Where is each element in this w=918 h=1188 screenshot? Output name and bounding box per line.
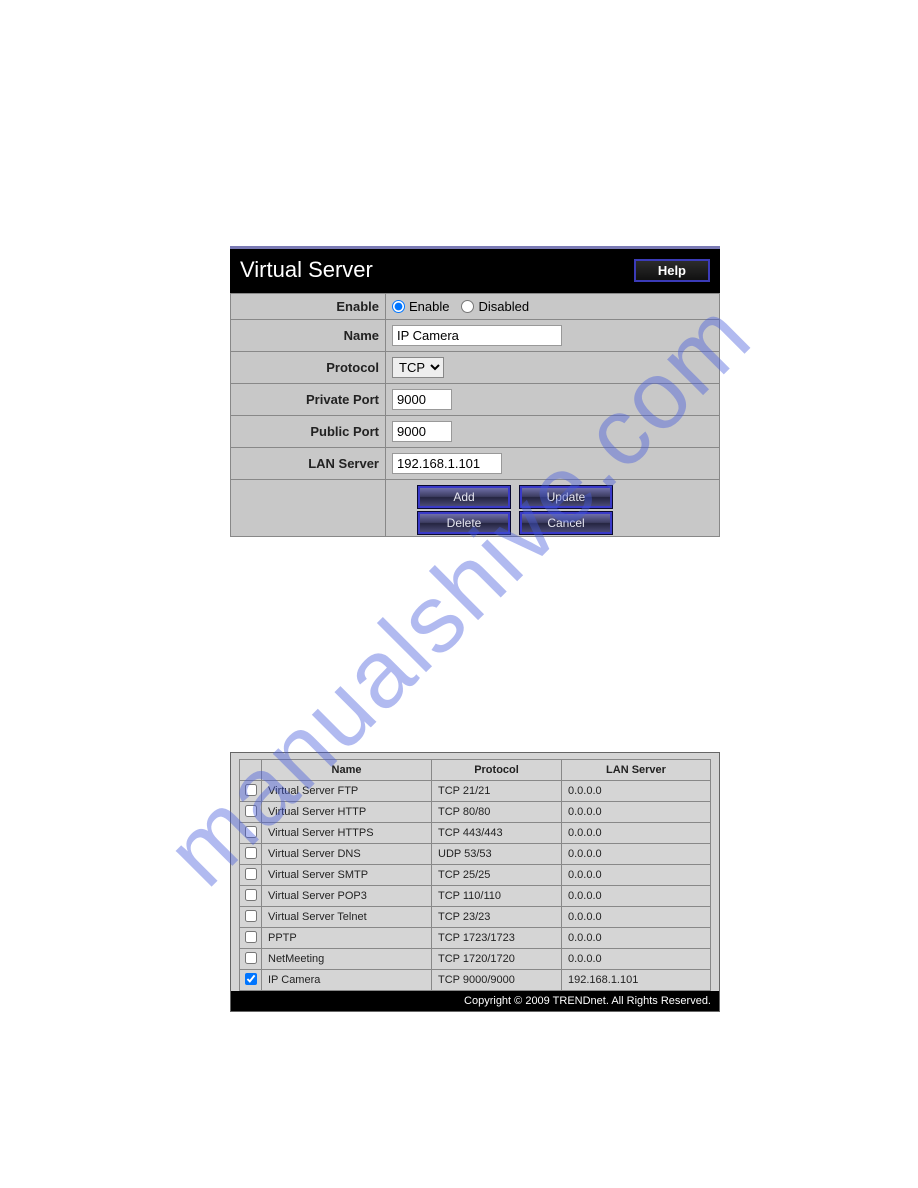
col-header-lan: LAN Server — [562, 760, 711, 781]
row-lan: 192.168.1.101 — [562, 970, 711, 991]
col-header-protocol: Protocol — [432, 760, 562, 781]
virtual-server-form-panel: Virtual Server Help Enable Enable Disabl… — [230, 246, 720, 537]
row-lan: 0.0.0.0 — [562, 802, 711, 823]
row-protocol: TCP 110/110 — [432, 886, 562, 907]
add-button[interactable]: Add — [418, 486, 510, 508]
lan-server-input[interactable] — [392, 453, 502, 474]
update-button[interactable]: Update — [520, 486, 612, 508]
table-row: Virtual Server HTTPSTCP 443/4430.0.0.0 — [240, 823, 711, 844]
server-list-table: Name Protocol LAN Server Virtual Server … — [239, 759, 711, 991]
table-row: IP CameraTCP 9000/9000192.168.1.101 — [240, 970, 711, 991]
row-protocol: TCP 9000/9000 — [432, 970, 562, 991]
row-lan: 0.0.0.0 — [562, 844, 711, 865]
row-protocol: TCP 21/21 — [432, 781, 562, 802]
row-checkbox[interactable] — [245, 973, 257, 985]
private-port-label: Private Port — [231, 384, 386, 416]
enable-option-label: Enable — [409, 299, 449, 314]
table-row: Virtual Server DNSUDP 53/530.0.0.0 — [240, 844, 711, 865]
row-name: Virtual Server DNS — [262, 844, 432, 865]
public-port-label: Public Port — [231, 416, 386, 448]
row-lan: 0.0.0.0 — [562, 781, 711, 802]
row-protocol: UDP 53/53 — [432, 844, 562, 865]
row-protocol: TCP 1720/1720 — [432, 949, 562, 970]
lan-server-label: LAN Server — [231, 448, 386, 480]
row-protocol: TCP 443/443 — [432, 823, 562, 844]
row-lan: 0.0.0.0 — [562, 886, 711, 907]
table-row: Virtual Server HTTPTCP 80/800.0.0.0 — [240, 802, 711, 823]
col-header-check — [240, 760, 262, 781]
table-row: Virtual Server SMTPTCP 25/250.0.0.0 — [240, 865, 711, 886]
row-lan: 0.0.0.0 — [562, 907, 711, 928]
row-checkbox[interactable] — [245, 868, 257, 880]
protocol-select[interactable]: TCP — [392, 357, 444, 378]
row-name: Virtual Server POP3 — [262, 886, 432, 907]
row-protocol: TCP 80/80 — [432, 802, 562, 823]
row-checkbox[interactable] — [245, 805, 257, 817]
row-protocol: TCP 23/23 — [432, 907, 562, 928]
copyright-footer: Copyright © 2009 TRENDnet. All Rights Re… — [231, 991, 719, 1011]
panel-header: Virtual Server Help — [230, 249, 720, 293]
row-checkbox[interactable] — [245, 889, 257, 901]
col-header-name: Name — [262, 760, 432, 781]
row-protocol: TCP 25/25 — [432, 865, 562, 886]
row-lan: 0.0.0.0 — [562, 865, 711, 886]
table-row: Virtual Server FTPTCP 21/210.0.0.0 — [240, 781, 711, 802]
panel-title: Virtual Server — [240, 257, 373, 283]
row-protocol: TCP 1723/1723 — [432, 928, 562, 949]
table-row: NetMeetingTCP 1720/17200.0.0.0 — [240, 949, 711, 970]
delete-button[interactable]: Delete — [418, 512, 510, 534]
row-checkbox[interactable] — [245, 931, 257, 943]
row-name: IP Camera — [262, 970, 432, 991]
enable-label: Enable — [231, 294, 386, 320]
enable-radio[interactable] — [392, 300, 405, 313]
row-name: PPTP — [262, 928, 432, 949]
disabled-option-label: Disabled — [478, 299, 529, 314]
cancel-button[interactable]: Cancel — [520, 512, 612, 534]
row-checkbox[interactable] — [245, 784, 257, 796]
row-name: Virtual Server FTP — [262, 781, 432, 802]
disabled-radio[interactable] — [461, 300, 474, 313]
private-port-input[interactable] — [392, 389, 452, 410]
name-label: Name — [231, 320, 386, 352]
protocol-label: Protocol — [231, 352, 386, 384]
row-checkbox[interactable] — [245, 952, 257, 964]
row-lan: 0.0.0.0 — [562, 928, 711, 949]
row-checkbox[interactable] — [245, 826, 257, 838]
table-row: PPTPTCP 1723/17230.0.0.0 — [240, 928, 711, 949]
row-lan: 0.0.0.0 — [562, 949, 711, 970]
row-checkbox[interactable] — [245, 910, 257, 922]
row-name: Virtual Server HTTP — [262, 802, 432, 823]
row-name: Virtual Server SMTP — [262, 865, 432, 886]
table-row: Virtual Server TelnetTCP 23/230.0.0.0 — [240, 907, 711, 928]
help-button[interactable]: Help — [634, 259, 710, 282]
row-name: Virtual Server Telnet — [262, 907, 432, 928]
row-checkbox[interactable] — [245, 847, 257, 859]
row-lan: 0.0.0.0 — [562, 823, 711, 844]
virtual-server-list-panel: Name Protocol LAN Server Virtual Server … — [230, 752, 720, 1012]
row-name: NetMeeting — [262, 949, 432, 970]
name-input[interactable] — [392, 325, 562, 346]
row-name: Virtual Server HTTPS — [262, 823, 432, 844]
public-port-input[interactable] — [392, 421, 452, 442]
table-row: Virtual Server POP3TCP 110/1100.0.0.0 — [240, 886, 711, 907]
form-table: Enable Enable Disabled Name Protocol TCP — [230, 293, 720, 537]
